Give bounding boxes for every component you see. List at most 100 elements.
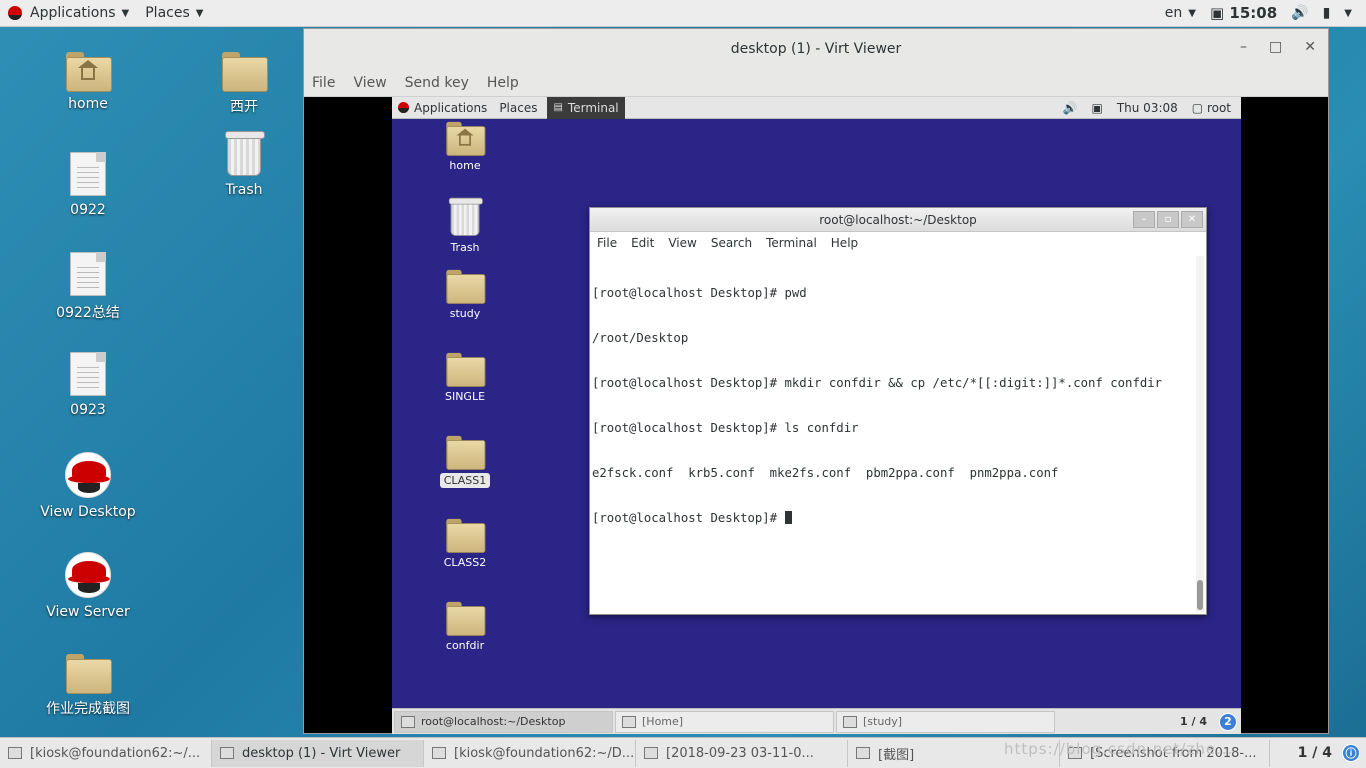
terminal-line: /root/Desktop xyxy=(592,331,689,345)
guest-icon-home[interactable]: home xyxy=(430,119,500,172)
terminal-scrollbar[interactable] xyxy=(1196,256,1204,612)
desktop-icon-view-server[interactable]: View Server xyxy=(33,552,143,620)
close-icon[interactable]: ✕ xyxy=(1181,211,1203,228)
desktop-icon-view-desktop[interactable]: View Desktop xyxy=(33,452,143,520)
network-icon[interactable]: ▣ xyxy=(1091,101,1102,115)
guest-icon-confdir[interactable]: confdir xyxy=(430,599,500,652)
guest-taskbar: root@localhost:~/Desktop [Home] [study] … xyxy=(392,708,1241,734)
guest-user-label: root xyxy=(1206,100,1231,115)
virt-viewer-window: desktop (1) - Virt Viewer – □ ✕ File Vie… xyxy=(303,28,1329,734)
virt-viewer-titlebar[interactable]: desktop (1) - Virt Viewer – □ ✕ xyxy=(304,29,1328,69)
terminal-line: e2fsck.conf krb5.conf mke2fs.conf pbm2pp… xyxy=(592,466,1059,480)
notification-badge[interactable]: 2 xyxy=(1219,712,1237,731)
guest-user-menu[interactable]: ▢ root xyxy=(1192,101,1231,115)
desktop-icon-label: View Desktop xyxy=(40,504,136,520)
guest-workspace-pager[interactable]: 1 / 4 2 xyxy=(1180,712,1241,731)
host-applications-menu[interactable]: Applications ▼ xyxy=(0,0,137,27)
guest-applications-label: Applications xyxy=(414,100,488,115)
volume-icon[interactable]: 🔊 xyxy=(1291,5,1308,21)
desktop-icon-xikai[interactable]: 西开 xyxy=(189,52,299,116)
desktop-icon-0922[interactable]: 0922 xyxy=(33,152,143,218)
chevron-down-icon: ▼ xyxy=(121,7,130,19)
guest-places-label: Places xyxy=(499,100,538,115)
folder-icon xyxy=(446,352,486,387)
desktop-icon-label: 作业完成截图 xyxy=(46,701,130,717)
guest-icon-class1[interactable]: CLASS1 xyxy=(430,433,500,488)
close-icon[interactable]: ✕ xyxy=(1304,39,1316,55)
guest-icon-label: Trash xyxy=(450,241,480,254)
minimize-icon[interactable]: – xyxy=(1133,211,1155,228)
guest-icon-label: SINGLE xyxy=(444,390,486,403)
system-menu-chevron-icon[interactable]: ▼ xyxy=(1344,8,1352,19)
host-task-kiosk-terminal-2[interactable]: [kiosk@foundation62:~/D... xyxy=(424,739,636,767)
virt-viewer-title: desktop (1) - Virt Viewer xyxy=(730,41,902,57)
chevron-down-icon: ▼ xyxy=(195,7,204,19)
guest-icon-label: study xyxy=(449,307,481,320)
host-task-label: [截图] xyxy=(878,747,915,763)
host-task-virt-viewer[interactable]: desktop (1) - Virt Viewer xyxy=(212,739,424,767)
desktop-icon-trash[interactable]: Trash xyxy=(189,131,299,198)
host-clock[interactable]: ▣ 15:08 xyxy=(1210,4,1277,22)
menu-file[interactable]: File xyxy=(312,75,335,91)
file-manager-icon xyxy=(856,747,870,759)
document-icon xyxy=(70,152,106,196)
redhat-shadowman-icon xyxy=(65,552,111,598)
guest-task-terminal[interactable]: root@localhost:~/Desktop xyxy=(394,710,613,733)
guest-terminal-app[interactable]: ▤ Terminal xyxy=(547,97,625,119)
host-task-image-viewer[interactable]: [2018-09-23 03-11-0... xyxy=(636,739,848,767)
calendar-icon: ▣ xyxy=(1209,4,1225,22)
desktop-icon-0923[interactable]: 0923 xyxy=(33,352,143,418)
guest-task-home[interactable]: [Home] xyxy=(615,710,834,733)
desktop-icon-home[interactable]: home xyxy=(33,52,143,112)
terminal-menu-terminal[interactable]: Terminal xyxy=(766,236,817,250)
guest-icon-trash[interactable]: Trash xyxy=(430,197,500,254)
desktop-icon-homework-screenshots[interactable]: 作业完成截图 xyxy=(33,654,143,718)
desktop-icon-label: 西开 xyxy=(230,99,258,115)
language-selector[interactable]: en ▼ xyxy=(1165,0,1196,27)
virt-viewer-menubar: File View Send key Help xyxy=(304,69,1328,97)
guest-screen[interactable]: Applications Places ▤ Terminal 🔊 ▣ Thu 0… xyxy=(392,97,1241,734)
maximize-icon[interactable]: □ xyxy=(1269,39,1282,55)
guest-icon-study[interactable]: study xyxy=(430,267,500,320)
guest-applications-menu[interactable]: Applications xyxy=(392,97,493,119)
terminal-menu-help[interactable]: Help xyxy=(831,236,858,250)
menu-send-key[interactable]: Send key xyxy=(405,75,469,91)
folder-icon xyxy=(446,601,486,636)
terminal-output[interactable]: [root@localhost Desktop]# pwd /root/Desk… xyxy=(590,254,1206,556)
guest-places-menu[interactable]: Places xyxy=(493,97,543,119)
host-top-bar: Applications ▼ Places ▼ en ▼ ▣ 15:08 🔊 ▮… xyxy=(0,0,1366,27)
host-applications-label: Applications xyxy=(30,5,116,21)
volume-icon[interactable]: 🔊 xyxy=(1063,101,1078,115)
desktop-icon-0922-summary[interactable]: 0922总结 xyxy=(33,252,143,322)
terminal-menu-search[interactable]: Search xyxy=(711,236,752,250)
terminal-prompt-line[interactable]: [root@localhost Desktop]# xyxy=(592,511,1200,526)
minimize-icon[interactable]: – xyxy=(1240,39,1247,55)
terminal-menu-file[interactable]: File xyxy=(597,236,617,250)
guest-icon-single[interactable]: SINGLE xyxy=(430,350,500,403)
host-task-kiosk-terminal-1[interactable]: [kiosk@foundation62:~/... xyxy=(0,739,212,767)
language-label: en xyxy=(1164,5,1183,21)
host-task-label: [2018-09-23 03-11-0... xyxy=(666,745,814,761)
guest-icon-class2[interactable]: CLASS2 xyxy=(430,516,500,569)
terminal-menu-edit[interactable]: Edit xyxy=(631,236,654,250)
terminal-title: root@localhost:~/Desktop xyxy=(819,212,977,227)
terminal-window[interactable]: root@localhost:~/Desktop – ▫ ✕ File Edit… xyxy=(589,207,1207,615)
guest-clock[interactable]: Thu 03:08 xyxy=(1117,101,1178,115)
document-icon xyxy=(70,352,106,396)
guest-task-study[interactable]: [study] xyxy=(836,710,1055,733)
file-manager-icon xyxy=(622,715,636,728)
menu-view[interactable]: View xyxy=(353,75,386,91)
maximize-icon[interactable]: ▫ xyxy=(1157,211,1179,228)
host-clock-time: 15:08 xyxy=(1229,4,1278,22)
host-places-menu[interactable]: Places ▼ xyxy=(137,0,211,27)
battery-icon[interactable]: ▮ xyxy=(1323,5,1331,21)
host-workspace-pager[interactable]: 1 / 4 ⓘ xyxy=(1298,744,1366,762)
host-task-label: [kiosk@foundation62:~/... xyxy=(30,745,201,761)
menu-help[interactable]: Help xyxy=(487,75,519,91)
terminal-menu-view[interactable]: View xyxy=(668,236,696,250)
folder-icon xyxy=(446,435,486,470)
desktop-icon-label: 0923 xyxy=(70,402,106,418)
scrollbar-thumb[interactable] xyxy=(1197,580,1203,610)
notification-icon[interactable]: ⓘ xyxy=(1342,744,1360,762)
terminal-titlebar[interactable]: root@localhost:~/Desktop – ▫ ✕ xyxy=(590,208,1206,232)
